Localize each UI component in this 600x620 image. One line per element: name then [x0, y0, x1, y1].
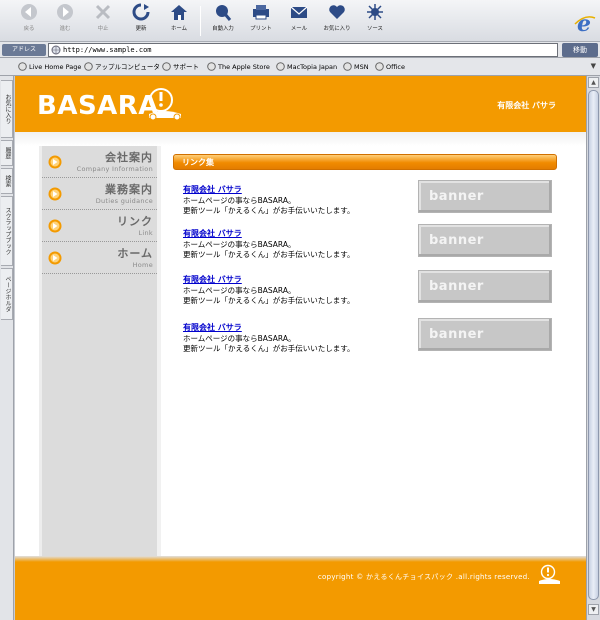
entry-banner[interactable]: banner: [418, 224, 552, 257]
page-globe-icon: [51, 45, 61, 55]
entry-description-line2: 更新ツール「かえるくん」がお手伝いいたします。: [183, 206, 355, 215]
web-page: BASARA 有限会社 バサラ 会社案内 Company Information…: [15, 76, 586, 620]
main-content: リンク集 有限会社 バサラ ホームページの事ならBASARA。 更新ツール「かえ…: [173, 146, 563, 556]
logo-text: BASARA: [37, 91, 159, 121]
link-entry: 有限会社 バサラ ホームページの事ならBASARA。 更新ツール「かえるくん」が…: [183, 318, 553, 356]
site-header: BASARA 有限会社 バサラ: [15, 76, 586, 132]
body-top-shadow: [15, 132, 586, 146]
link-live-home-page[interactable]: Live Home Page: [18, 61, 81, 73]
address-bar: アドレス http://www.sample.com 移動: [0, 42, 600, 58]
favorites-button[interactable]: お気に入り: [320, 2, 354, 40]
site-footer: copyright © かえるくんチョイスパック .all.rights res…: [15, 556, 586, 620]
url-input[interactable]: http://www.sample.com: [48, 43, 558, 57]
autofill-button[interactable]: 自動入力: [206, 2, 240, 40]
url-text: http://www.sample.com: [63, 46, 152, 54]
vertical-scrollbar[interactable]: ▲ ▼: [586, 76, 600, 620]
scroll-down-icon[interactable]: ▼: [588, 604, 599, 615]
footer-shadow: [15, 556, 586, 562]
copyright-text: copyright © かえるくんチョイスパック .all.rights res…: [317, 573, 530, 581]
nav-home[interactable]: ホーム Home: [42, 242, 157, 274]
site-logo[interactable]: BASARA: [37, 88, 181, 122]
sidetab-scrapbook[interactable]: スクラップブック: [1, 196, 13, 266]
source-burst-icon: [367, 4, 383, 20]
explorer-side-tabs: お気に入り 履歴 検索 スクラップブック ページホルダ: [0, 76, 14, 620]
section-title-bar: リンク集: [173, 154, 557, 170]
address-label: アドレス: [2, 44, 46, 56]
orange-arrow-bullet-icon: [48, 187, 62, 201]
sidetab-favorites[interactable]: お気に入り: [1, 80, 13, 138]
printer-icon: [253, 5, 269, 20]
browser-toolbar: 戻る 進む 中止 更新 ホーム 自動入力 プリント メール お気に入り ソース …: [0, 0, 600, 42]
link-mactopia-japan[interactable]: MacTopia Japan: [276, 61, 337, 73]
link-globe-icon: [207, 62, 216, 71]
link-entry: 有限会社 バサラ ホームページの事ならBASARA。 更新ツール「かえるくん」が…: [183, 224, 553, 262]
mail-button[interactable]: メール: [282, 2, 316, 40]
company-name-header: 有限会社 バサラ: [497, 101, 556, 110]
link-globe-icon: [18, 62, 27, 71]
orange-arrow-bullet-icon: [48, 251, 62, 265]
entry-company-link[interactable]: 有限会社 バサラ: [183, 228, 242, 239]
entry-banner[interactable]: banner: [418, 318, 552, 351]
frog-mascot-icon: [149, 88, 181, 121]
scroll-up-icon[interactable]: ▲: [588, 77, 599, 88]
pen-icon: [216, 5, 232, 21]
toolbar-separator: [200, 6, 201, 36]
home-button[interactable]: ホーム: [162, 2, 196, 40]
go-button[interactable]: 移動: [562, 43, 598, 57]
svg-text:e: e: [577, 12, 591, 34]
link-apple-computer[interactable]: アップルコンピュータ: [84, 61, 160, 73]
link-globe-icon: [84, 62, 93, 71]
refresh-button[interactable]: 更新: [124, 2, 158, 40]
print-button[interactable]: プリント: [244, 2, 278, 40]
entry-banner[interactable]: banner: [418, 180, 552, 213]
orange-arrow-bullet-icon: [48, 219, 62, 233]
page-body: 会社案内 Company Information 業務案内 Duties gui…: [15, 132, 586, 556]
home-icon: [171, 5, 187, 20]
sidetab-history[interactable]: 履歴: [1, 140, 13, 166]
link-globe-icon: [162, 62, 171, 71]
frog-mascot-small-icon: [539, 564, 560, 584]
entry-company-link[interactable]: 有限会社 バサラ: [183, 322, 242, 333]
entry-description-line2: 更新ツール「かえるくん」がお手伝いいたします。: [183, 250, 355, 259]
link-office[interactable]: Office: [375, 61, 405, 73]
nav-company-info[interactable]: 会社案内 Company Information: [42, 146, 157, 178]
link-support[interactable]: サポート: [162, 61, 199, 73]
stop-x-icon: [95, 4, 111, 20]
section-title: リンク集: [182, 158, 214, 167]
entry-description-line2: 更新ツール「かえるくん」がお手伝いいたします。: [183, 344, 355, 353]
heart-icon: [329, 5, 345, 19]
refresh-icon: [132, 3, 150, 21]
orange-arrow-bullet-icon: [48, 155, 62, 169]
mail-icon: [290, 6, 308, 18]
sidetab-page-holder[interactable]: ページホルダ: [1, 268, 13, 320]
entry-description-line2: 更新ツール「かえるくん」がお手伝いいたします。: [183, 296, 355, 305]
link-globe-icon: [375, 62, 384, 71]
link-globe-icon: [276, 62, 285, 71]
back-arrow-icon: [21, 4, 37, 20]
source-button[interactable]: ソース: [358, 2, 392, 40]
forward-arrow-icon: [57, 4, 73, 20]
nav-duties-guidance[interactable]: 業務案内 Duties guidance: [42, 178, 157, 210]
link-globe-icon: [343, 62, 352, 71]
back-button[interactable]: 戻る: [12, 2, 46, 40]
stop-button[interactable]: 中止: [86, 2, 120, 40]
link-entry: 有限会社 バサラ ホームページの事ならBASARA。 更新ツール「かえるくん」が…: [183, 270, 553, 308]
entry-banner[interactable]: banner: [418, 270, 552, 303]
links-bar: Live Home Page アップルコンピュータ サポート The Apple…: [0, 58, 600, 76]
link-msn[interactable]: MSN: [343, 61, 369, 73]
entry-company-link[interactable]: 有限会社 バサラ: [183, 184, 242, 195]
forward-button[interactable]: 進む: [48, 2, 82, 40]
scroll-thumb[interactable]: [588, 90, 599, 600]
link-entry: 有限会社 バサラ ホームページの事ならBASARA。 更新ツール「かえるくん」が…: [183, 180, 553, 218]
nav-link[interactable]: リンク Link: [42, 210, 157, 242]
internet-explorer-logo-icon: e: [574, 12, 596, 34]
entry-company-link[interactable]: 有限会社 バサラ: [183, 274, 242, 285]
sidetab-search[interactable]: 検索: [1, 168, 13, 194]
link-apple-store[interactable]: The Apple Store: [207, 61, 270, 73]
links-overflow-icon[interactable]: ▼: [591, 62, 596, 70]
site-nav: 会社案内 Company Information 業務案内 Duties gui…: [39, 146, 161, 556]
